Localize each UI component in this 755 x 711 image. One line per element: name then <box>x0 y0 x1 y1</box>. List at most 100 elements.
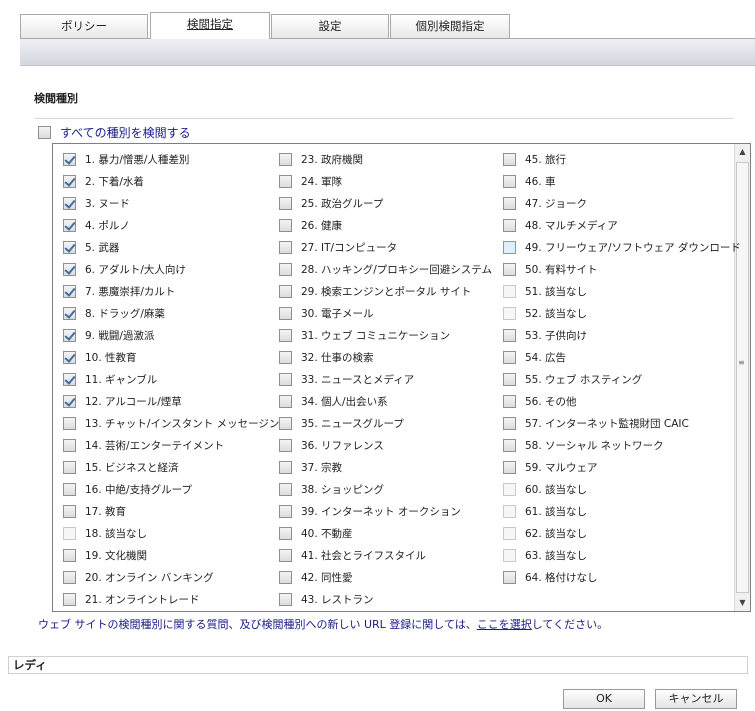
category-checkbox[interactable] <box>63 152 76 166</box>
category-checkbox[interactable] <box>503 482 516 496</box>
category-checkbox[interactable] <box>503 394 516 408</box>
category-checkbox[interactable] <box>279 306 292 320</box>
category-checkbox[interactable] <box>279 526 292 540</box>
category-checkbox[interactable] <box>279 262 292 276</box>
category-checkbox[interactable] <box>279 460 292 474</box>
category-checkbox[interactable] <box>503 218 516 232</box>
category-item[interactable]: 2. 下着/水着 <box>63 170 144 192</box>
category-item[interactable]: 12. アルコール/煙草 <box>63 390 182 412</box>
category-item[interactable]: 28. ハッキング/プロキシー回避システム <box>279 258 492 280</box>
category-checkbox[interactable] <box>63 592 76 606</box>
tab-policy[interactable]: ポリシー <box>20 14 148 38</box>
category-item[interactable]: 5. 武器 <box>63 236 119 258</box>
category-item[interactable]: 29. 検索エンジンとポータル サイト <box>279 280 471 302</box>
category-item[interactable]: 58. ソーシャル ネットワーク <box>503 434 664 456</box>
category-checkbox[interactable] <box>503 328 516 342</box>
category-item[interactable]: 3. ヌード <box>63 192 130 214</box>
category-item[interactable]: 21. オンライントレード <box>63 588 200 610</box>
category-item[interactable]: 53. 子供向け <box>503 324 587 346</box>
category-item[interactable]: 34. 個人/出会い系 <box>279 390 388 412</box>
category-checkbox[interactable] <box>279 328 292 342</box>
category-checkbox[interactable] <box>503 526 516 540</box>
category-checkbox[interactable] <box>279 570 292 584</box>
category-checkbox[interactable] <box>503 372 516 386</box>
category-item[interactable]: 62. 該当なし <box>503 522 587 544</box>
category-checkbox[interactable] <box>279 218 292 232</box>
tab-filter-settings[interactable]: 検閲指定 <box>150 12 270 39</box>
category-checkbox[interactable] <box>279 482 292 496</box>
select-all-row[interactable]: すべての種別を検閲する <box>38 124 191 140</box>
category-checkbox[interactable] <box>63 416 76 430</box>
category-item[interactable]: 24. 軍隊 <box>279 170 342 192</box>
category-checkbox[interactable] <box>279 372 292 386</box>
select-all-label[interactable]: すべての種別を検閲する <box>60 124 191 141</box>
category-checkbox[interactable] <box>63 306 76 320</box>
tab-custom-filter[interactable]: 個別検閲指定 <box>390 14 510 38</box>
scroll-thumb[interactable] <box>736 162 749 593</box>
category-item[interactable]: 39. インターネット オークション <box>279 500 461 522</box>
category-checkbox[interactable] <box>63 174 76 188</box>
category-item[interactable]: 4. ポルノ <box>63 214 130 236</box>
category-checkbox[interactable] <box>63 394 76 408</box>
category-item[interactable]: 19. 文化機関 <box>63 544 147 566</box>
category-checkbox[interactable] <box>503 196 516 210</box>
category-list[interactable]: ▲ ≡ ▼ 1. 暴力/憎悪/人種差別 2. 下着/水着 3. ヌード 4. ポルノ 5… <box>52 143 751 612</box>
category-item[interactable]: 43. レストラン <box>279 588 374 610</box>
category-item[interactable]: 35. ニュースグループ <box>279 412 404 434</box>
category-item[interactable]: 15. ビジネスと経済 <box>63 456 179 478</box>
ok-button[interactable]: OK <box>563 689 645 709</box>
category-item[interactable]: 25. 政治グループ <box>279 192 383 214</box>
category-item[interactable]: 37. 宗教 <box>279 456 342 478</box>
category-item[interactable]: 52. 該当なし <box>503 302 587 324</box>
category-item[interactable]: 6. アダルト/大人向け <box>63 258 186 280</box>
category-checkbox[interactable] <box>279 504 292 518</box>
category-item[interactable]: 1. 暴力/憎悪/人種差別 <box>63 148 189 170</box>
category-item[interactable]: 13. チャット/インスタント メッセージング <box>63 412 290 434</box>
category-checkbox[interactable] <box>63 240 76 254</box>
category-item[interactable]: 16. 中絶/支持グループ <box>63 478 192 500</box>
category-item[interactable]: 9. 戦闘/過激派 <box>63 324 154 346</box>
category-checkbox[interactable] <box>503 548 516 562</box>
category-item[interactable]: 54. 広告 <box>503 346 566 368</box>
category-checkbox[interactable] <box>63 438 76 452</box>
category-item[interactable]: 64. 格付けなし <box>503 566 598 588</box>
category-checkbox[interactable] <box>63 482 76 496</box>
category-checkbox[interactable] <box>503 460 516 474</box>
tab-settings[interactable]: 設定 <box>271 14 389 38</box>
category-item[interactable]: 10. 性教育 <box>63 346 137 368</box>
category-checkbox[interactable] <box>279 438 292 452</box>
category-item[interactable]: 38. ショッピング <box>279 478 384 500</box>
category-checkbox[interactable] <box>503 306 516 320</box>
category-checkbox[interactable] <box>279 548 292 562</box>
category-item[interactable]: 30. 電子メール <box>279 302 374 324</box>
category-checkbox[interactable] <box>279 394 292 408</box>
scroll-up-icon[interactable]: ▲ <box>735 144 750 160</box>
category-checkbox[interactable] <box>279 284 292 298</box>
category-checkbox[interactable] <box>63 350 76 364</box>
category-item[interactable]: 32. 仕事の検索 <box>279 346 374 368</box>
category-item[interactable]: 46. 車 <box>503 170 556 192</box>
category-checkbox[interactable] <box>63 196 76 210</box>
category-item[interactable]: 27. IT/コンピュータ <box>279 236 397 258</box>
category-checkbox[interactable] <box>63 504 76 518</box>
category-checkbox[interactable] <box>279 592 292 606</box>
category-item[interactable]: 57. インターネット監視財団 CAIC <box>503 412 689 434</box>
category-checkbox[interactable] <box>63 570 76 584</box>
category-item[interactable]: 31. ウェブ コミュニケーション <box>279 324 450 346</box>
cancel-button[interactable]: キャンセル <box>655 689 737 709</box>
category-checkbox[interactable] <box>279 196 292 210</box>
category-item[interactable]: 7. 悪魔崇拝/カルト <box>63 280 175 302</box>
category-checkbox[interactable] <box>279 416 292 430</box>
category-item[interactable]: 8. ドラッグ/麻薬 <box>63 302 165 324</box>
category-item[interactable]: 14. 芸術/エンターテイメント <box>63 434 224 456</box>
category-checkbox[interactable] <box>503 152 516 166</box>
category-item[interactable]: 23. 政府機関 <box>279 148 363 170</box>
category-checkbox[interactable] <box>279 240 292 254</box>
category-item[interactable]: 20. オンライン バンキング <box>63 566 214 588</box>
category-item[interactable]: 56. その他 <box>503 390 577 412</box>
category-checkbox[interactable] <box>63 262 76 276</box>
category-checkbox[interactable] <box>503 504 516 518</box>
category-checkbox[interactable] <box>63 284 76 298</box>
category-item[interactable]: 51. 該当なし <box>503 280 587 302</box>
category-item[interactable]: 36. リファレンス <box>279 434 384 456</box>
